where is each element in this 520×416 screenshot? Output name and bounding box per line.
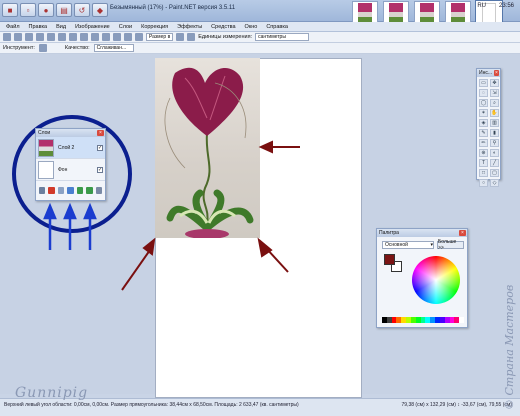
- layers-panel-title: Слои: [38, 130, 51, 136]
- red-arrows: [121, 140, 300, 291]
- layers-panel: Слои × Слой 2 ✓ Фон ✓: [35, 128, 106, 201]
- tools-panel: Инс... × ▭ ✥ ◌ ⇲ ◯ ⌕ ✶ ✋ ◈ ▥ ✎ ▮ ✏ ⚲ ⊕ ◐…: [476, 68, 501, 187]
- lasso-icon[interactable]: ◌: [479, 89, 488, 97]
- add-layer-icon[interactable]: [39, 187, 46, 194]
- layer-name: Слой 2: [58, 144, 75, 151]
- palette-swatches: [382, 317, 465, 323]
- clone-stamp-icon[interactable]: ⊕: [479, 149, 488, 157]
- magic-wand-icon[interactable]: ✶: [479, 109, 488, 117]
- color-mode-value: Основной: [385, 242, 408, 248]
- layer-properties-icon[interactable]: [95, 187, 102, 194]
- move-layer-up-icon[interactable]: [76, 187, 84, 194]
- palette-panel-title: Палитра: [379, 230, 399, 236]
- tools-panel-header: Инс... ×: [477, 69, 500, 77]
- picker-icon[interactable]: ⚲: [490, 139, 499, 147]
- layer-visibility-checkbox[interactable]: ✓: [97, 166, 103, 173]
- pan-icon[interactable]: ✋: [490, 109, 499, 117]
- color-wheel[interactable]: [412, 256, 460, 304]
- brush-icon[interactable]: ✎: [479, 129, 488, 137]
- palette-swatch[interactable]: [459, 317, 465, 323]
- signature-watermark: Gunnipig: [15, 385, 89, 401]
- layer-name: Фон: [58, 166, 68, 173]
- chevron-down-icon: ▾: [430, 242, 433, 248]
- close-icon[interactable]: ×: [494, 70, 499, 76]
- zoom-tool-icon[interactable]: ⌕: [490, 99, 499, 107]
- layer-actions: [36, 181, 105, 200]
- layer-row[interactable]: Слой 2 ✓: [36, 137, 105, 159]
- palette-panel-header: Палитра ×: [377, 229, 467, 237]
- pencil-icon[interactable]: ✏: [479, 139, 488, 147]
- delete-layer-icon[interactable]: [48, 187, 55, 194]
- freeform-shape-icon[interactable]: ◇: [490, 179, 499, 187]
- move-selection-icon[interactable]: ✥: [490, 79, 499, 87]
- duplicate-layer-icon[interactable]: [57, 187, 65, 194]
- layer-row[interactable]: Фон ✓: [36, 159, 105, 181]
- annotation-overlay: [12, 115, 300, 291]
- rounded-rect-icon[interactable]: ▢: [490, 169, 499, 177]
- layers-panel-header: Слои ×: [36, 129, 105, 137]
- color-mode-select[interactable]: Основной ▾: [382, 241, 434, 249]
- tools-panel-title: Инс...: [479, 70, 493, 76]
- tool-grid: ▭ ✥ ◌ ⇲ ◯ ⌕ ✶ ✋ ◈ ▥ ✎ ▮ ✏ ⚲ ⊕ ◐ T ╱ □ ▢ …: [477, 77, 500, 189]
- move-layer-down-icon[interactable]: [86, 187, 93, 194]
- close-icon[interactable]: ×: [459, 230, 466, 236]
- move-icon[interactable]: ⇲: [490, 89, 499, 97]
- more-button[interactable]: Больше >>: [437, 239, 464, 251]
- bucket-icon[interactable]: ◈: [479, 119, 488, 127]
- text-icon[interactable]: T: [479, 159, 488, 167]
- palette-panel: Палитра × Основной ▾ Больше >>: [376, 228, 468, 328]
- gradient-icon[interactable]: ▥: [490, 119, 499, 127]
- recolor-icon[interactable]: ◐: [490, 149, 499, 157]
- merge-layer-icon[interactable]: [67, 187, 74, 194]
- primary-color-swatch[interactable]: [384, 254, 395, 265]
- layer-thumbnail: [38, 160, 54, 179]
- eraser-icon[interactable]: ▮: [490, 129, 499, 137]
- close-icon[interactable]: ×: [97, 130, 104, 136]
- rect-shape-icon[interactable]: □: [479, 169, 488, 177]
- layer-thumbnail: [38, 138, 54, 157]
- rectangle-select-icon[interactable]: ▭: [479, 79, 488, 87]
- site-watermark: © Страна Мастеров: [503, 284, 516, 410]
- line-icon[interactable]: ╱: [490, 159, 499, 167]
- layer-visibility-checkbox[interactable]: ✓: [97, 144, 103, 151]
- site-watermark-box: © Страна Мастеров: [485, 220, 516, 410]
- ellipse-select-icon[interactable]: ◯: [479, 99, 488, 107]
- ellipse-shape-icon[interactable]: ○: [479, 179, 488, 187]
- selection-info: Верхний левый угол области: 0,00см, 0,00…: [4, 402, 299, 408]
